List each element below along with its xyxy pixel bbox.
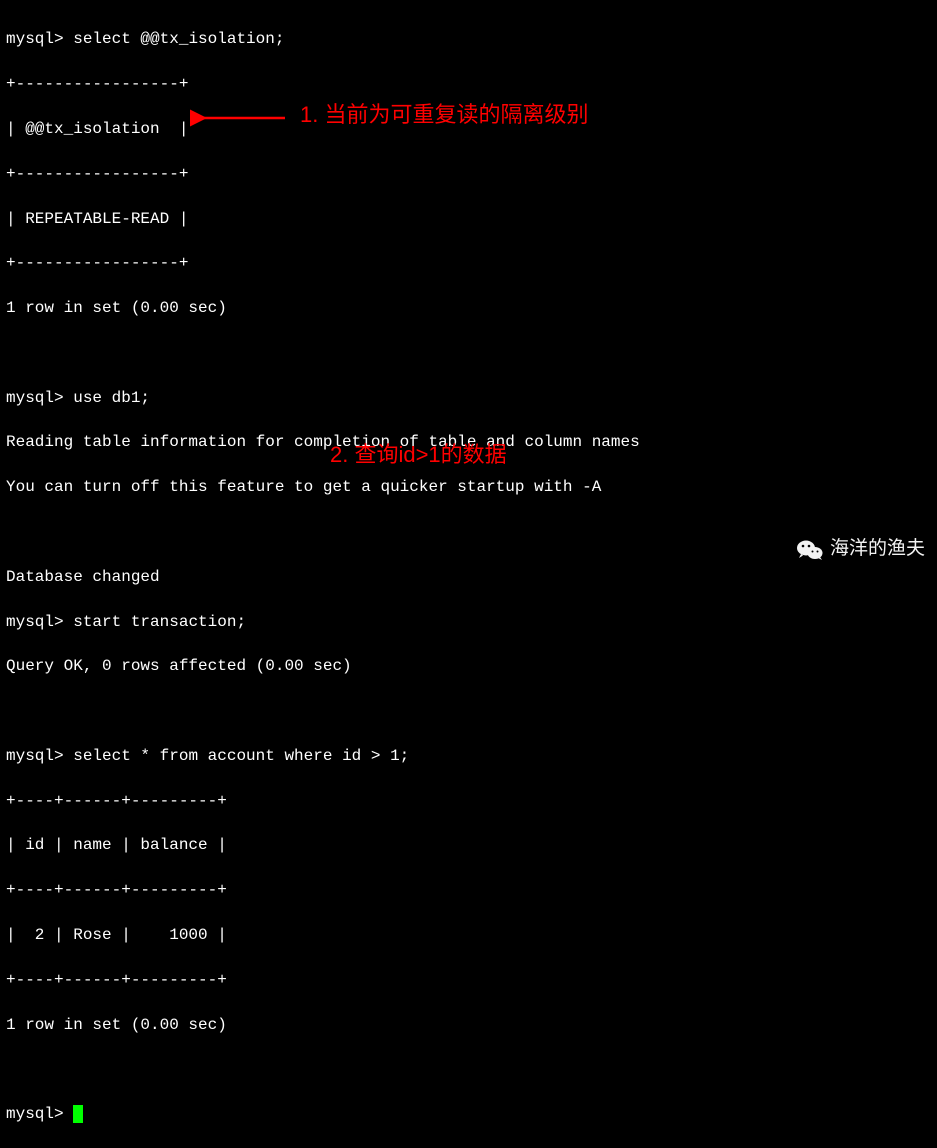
sql-command: start transaction; bbox=[73, 613, 246, 631]
cursor[interactable] bbox=[73, 1105, 83, 1123]
query-result: 1 row in set (0.00 sec) bbox=[6, 297, 931, 319]
mysql-prompt: mysql> bbox=[6, 747, 64, 765]
query-result: Query OK, 0 rows affected (0.00 sec) bbox=[6, 655, 931, 677]
info-message: Database changed bbox=[6, 566, 931, 588]
table-border: +----+------+---------+ bbox=[6, 790, 931, 812]
query-result: 1 row in set (0.00 sec) bbox=[6, 1014, 931, 1036]
info-message: You can turn off this feature to get a q… bbox=[6, 476, 931, 498]
sql-command: select @@tx_isolation; bbox=[73, 30, 284, 48]
annotation-note-2: 2. 查询id>1的数据 bbox=[330, 440, 507, 471]
sql-command: use db1; bbox=[73, 389, 150, 407]
sql-command: select * from account where id > 1; bbox=[73, 747, 409, 765]
mysql-prompt: mysql> bbox=[6, 613, 64, 631]
table-row: | 2 | Rose | 1000 | bbox=[6, 924, 931, 946]
table-border: +----+------+---------+ bbox=[6, 879, 931, 901]
mysql-prompt: mysql> bbox=[6, 389, 64, 407]
mysql-prompt: mysql> bbox=[6, 1105, 64, 1123]
watermark: 海洋的渔夫 bbox=[796, 536, 925, 563]
table-border: +-----------------+ bbox=[6, 73, 931, 95]
table-header: | id | name | balance | bbox=[6, 834, 931, 856]
annotation-note-1: 1. 当前为可重复读的隔离级别 bbox=[300, 100, 588, 131]
wechat-icon bbox=[796, 538, 824, 562]
mysql-prompt: mysql> bbox=[6, 30, 64, 48]
table-border: +-----------------+ bbox=[6, 163, 931, 185]
annotation-arrow-icon bbox=[190, 108, 290, 128]
table-row: | REPEATABLE-READ | bbox=[6, 208, 931, 230]
terminal-output: mysql> select @@tx_isolation; +---------… bbox=[6, 6, 931, 1148]
watermark-text: 海洋的渔夫 bbox=[830, 536, 925, 563]
table-border: +----+------+---------+ bbox=[6, 969, 931, 991]
table-border: +-----------------+ bbox=[6, 252, 931, 274]
